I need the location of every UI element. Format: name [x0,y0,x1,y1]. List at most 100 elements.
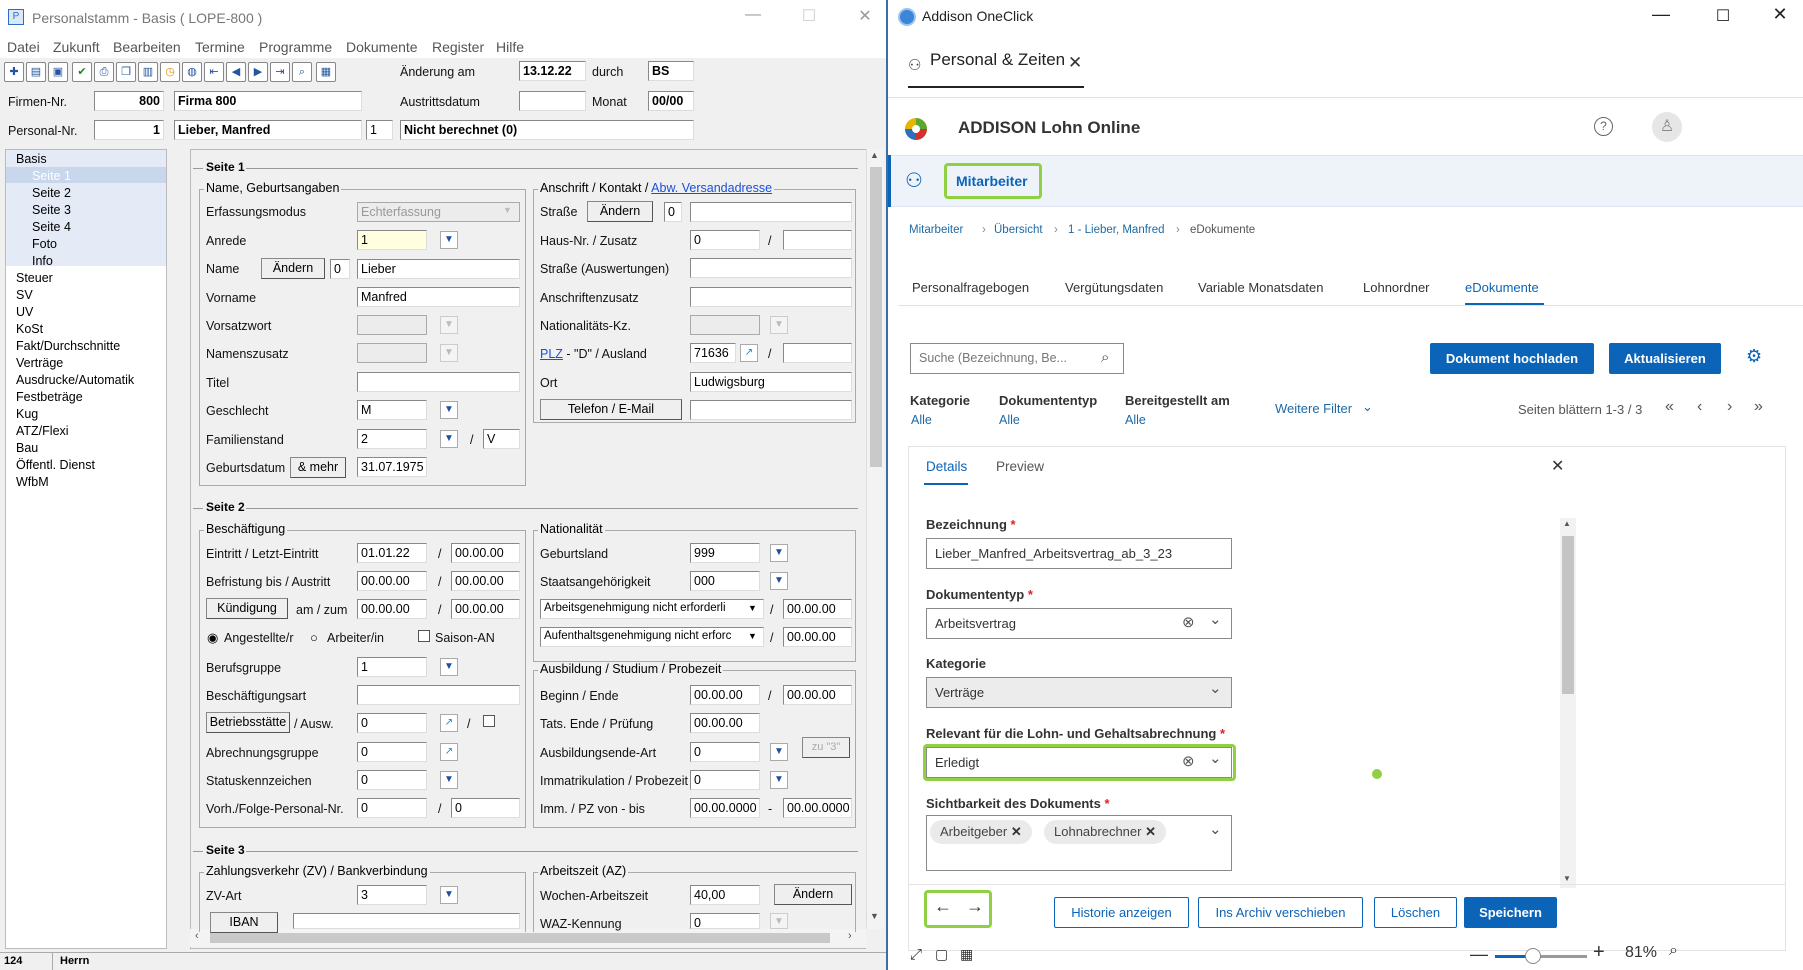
tree-foto[interactable]: Foto [32,237,57,251]
panel-scrollbar[interactable]: ▲ ▼ [1560,518,1576,888]
kategorie-select[interactable]: Verträge [926,677,1232,708]
name-aendern-button[interactable]: Ändern [261,258,325,279]
refresh-button[interactable]: Aktualisieren [1609,343,1721,374]
ende-field[interactable]: 00.00.00 [783,685,852,705]
breadcrumb-employee[interactable]: 1 - Lieber, Manfred [1068,224,1165,236]
minimize-icon[interactable]: — [1646,4,1676,25]
vorsatzwort-field[interactable] [357,315,427,335]
tree-seite-4[interactable]: Seite 4 [32,220,71,234]
beschaeftigungsart-field[interactable] [357,685,520,705]
staatsangehoerigkeit-dropdown-icon[interactable]: ▼ [770,572,788,590]
menu-datei[interactable]: Datei [7,39,40,55]
close-tab-icon[interactable]: ✕ [1068,53,1082,73]
tree-item[interactable]: UV [16,305,33,319]
strasse-auswertungen-field[interactable] [690,258,852,278]
tree-item[interactable]: KoSt [16,322,43,336]
tab-variable-monatsdaten[interactable]: Variable Monatsdaten [1198,280,1324,295]
namenszusatz-dropdown-icon[interactable]: ▼ [440,344,458,362]
hausnr-zusatz-field[interactable] [783,230,852,250]
section-mitarbeiter[interactable]: Mitarbeiter [956,173,1028,189]
clear-icon[interactable]: ⊗ [1182,613,1195,631]
tree-seite-3[interactable]: Seite 3 [32,203,71,217]
arbeiter-radio[interactable]: ○ [310,630,318,645]
befristung-field[interactable]: 00.00.00 [357,571,427,591]
titel-field[interactable] [357,372,520,392]
tree-seite-2[interactable]: Seite 2 [32,186,71,200]
kuendigung-am-field[interactable]: 00.00.00 [357,599,427,619]
next-icon[interactable]: ▶ [248,62,268,82]
remove-chip-icon[interactable]: ✕ [1011,824,1022,839]
remove-chip-icon[interactable]: ✕ [1145,824,1156,839]
arbeitsgenehmigung-select[interactable]: Arbeitsgenehmigung nicht erforderli [540,599,764,619]
weitere-filter-link[interactable]: Weitere Filter [1275,401,1352,416]
personal-nr-field[interactable]: 1 [94,120,164,140]
search-icon[interactable]: ⌕ [1101,349,1109,366]
kuendigung-zum-field[interactable]: 00.00.00 [451,599,520,619]
durch-field[interactable]: BS [648,61,694,81]
tab-preview[interactable]: Preview [996,459,1044,474]
tree-info[interactable]: Info [32,254,53,268]
hausnr-field[interactable]: 0 [690,230,760,250]
tree-item[interactable]: Ausdrucke/Automatik [16,373,134,387]
menu-register[interactable]: Register [432,39,484,55]
arrow-right-icon[interactable]: → [966,896,984,917]
namenszusatz-field[interactable] [357,343,427,363]
plz-link[interactable]: PLZ [540,347,563,361]
tree-item[interactable]: Bau [16,441,38,455]
abrechnungsgruppe-lookup-icon[interactable]: ↗ [440,743,458,761]
strasse-aendern-button[interactable]: Ändern [587,201,653,222]
tab-edokumente[interactable]: eDokumente [1465,280,1539,295]
save-icon[interactable]: ▣ [48,62,68,82]
tree-item[interactable]: WfbM [16,475,49,489]
geburtsdatum-field[interactable]: 31.07.1975 [357,457,427,477]
menu-termine[interactable]: Termine [195,39,245,55]
aenderung-field[interactable]: 13.12.22 [519,61,586,81]
waz-dropdown-icon[interactable]: ▼ [770,913,788,929]
ausbildungsende-dropdown-icon[interactable]: ▼ [770,743,788,761]
familienstand-field[interactable]: 2 [357,429,427,449]
abw-versandadresse-link[interactable]: Abw. Versandadresse [651,181,772,195]
zoom-slider[interactable] [1495,948,1587,964]
letzt-eintritt-field[interactable]: 00.00.00 [451,543,520,563]
view-single-icon[interactable]: ▢ [935,946,948,963]
tab-lohnordner[interactable]: Lohnordner [1363,280,1430,295]
view-grid-icon[interactable]: ▦ [960,946,973,963]
print-icon[interactable]: ⎙ [94,62,114,82]
tree-item[interactable]: Öffentl. Dienst [16,458,95,472]
search-box[interactable]: Suche (Bezeichnung, Be... ⌕ [910,343,1124,374]
anschriftenzusatz-field[interactable] [690,287,852,307]
firmen-nr-field[interactable]: 800 [94,91,164,111]
prev-icon[interactable]: ◀ [226,62,246,82]
tree-basis[interactable]: Basis [16,152,47,166]
immatrikulation-dropdown-icon[interactable]: ▼ [770,771,788,789]
plz-lookup-icon[interactable]: ↗ [740,344,758,362]
prev-page-icon[interactable]: ‹ [1697,398,1702,416]
tree-item[interactable]: Fakt/Durchschnitte [16,339,120,353]
globe-icon[interactable]: ◍ [182,62,202,82]
arbeitsgenehmigung-date[interactable]: 00.00.00 [783,599,852,619]
new-icon[interactable]: ✚ [4,62,24,82]
tab-personal-zeiten[interactable]: Personal & Zeiten [930,50,1065,70]
kuendigung-button[interactable]: Kündigung [206,598,288,619]
zoom-out-icon[interactable]: — [1470,944,1488,965]
nationalitaet-field[interactable] [690,315,760,335]
filter-kategorie-value[interactable]: Alle [911,413,932,427]
tree-item[interactable]: Steuer [16,271,53,285]
folge-field[interactable]: 0 [451,798,520,818]
geschlecht-field[interactable]: M [357,400,427,420]
menu-dokumente[interactable]: Dokumente [346,39,418,55]
ort-field[interactable]: Ludwigsburg [690,372,852,392]
breadcrumb-uebersicht[interactable]: Übersicht [994,224,1043,236]
nationalitaet-dropdown-icon[interactable]: ▼ [770,316,788,334]
close-icon[interactable]: ✕ [850,6,880,26]
eintritt-field[interactable]: 01.01.22 [357,543,427,563]
first-page-icon[interactable]: « [1665,398,1674,416]
expand-icon[interactable]: ⤢ [910,946,922,963]
betriebsstaette-button[interactable]: Betriebsstätte [206,712,290,733]
immatrikulation-field[interactable]: 0 [690,770,760,790]
historie-button[interactable]: Historie anzeigen [1054,897,1189,928]
last-icon[interactable]: ⇥ [270,62,290,82]
telefon-field[interactable] [690,400,852,420]
ausland-field[interactable] [783,343,852,363]
menu-programme[interactable]: Programme [259,39,332,55]
